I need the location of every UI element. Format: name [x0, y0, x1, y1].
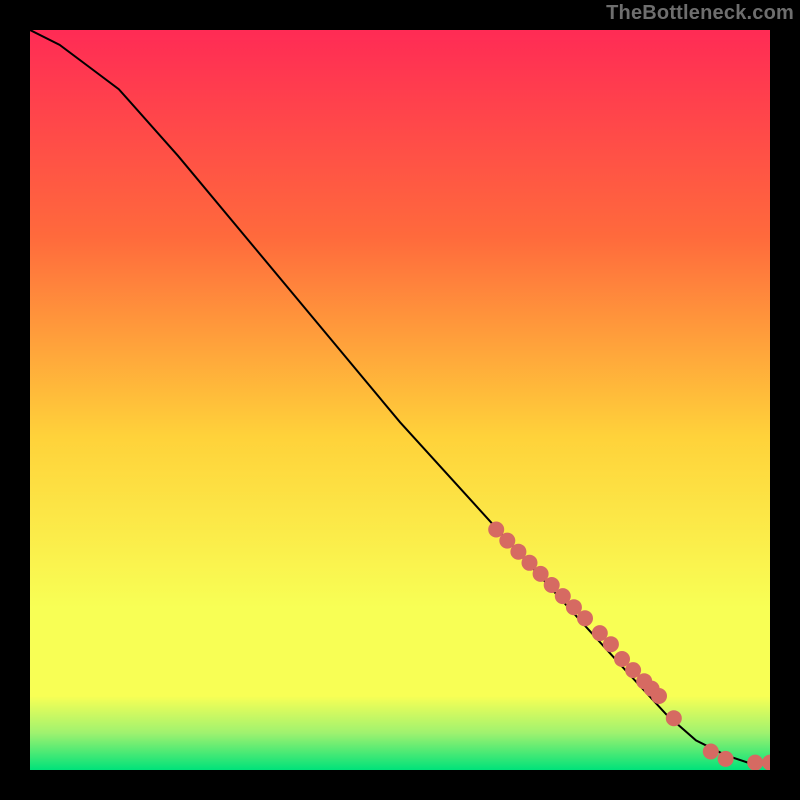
- sample-dot: [603, 636, 619, 652]
- sample-dot: [747, 755, 763, 770]
- sample-dot: [666, 710, 682, 726]
- plot-area: [30, 30, 770, 770]
- sample-dot: [703, 744, 719, 760]
- gradient-background: [30, 30, 770, 770]
- chart-frame: TheBottleneck.com: [0, 0, 800, 800]
- sample-dot: [577, 610, 593, 626]
- sample-dot: [718, 751, 734, 767]
- sample-dot: [651, 688, 667, 704]
- watermark-label: TheBottleneck.com: [606, 2, 794, 25]
- chart-svg: [30, 30, 770, 770]
